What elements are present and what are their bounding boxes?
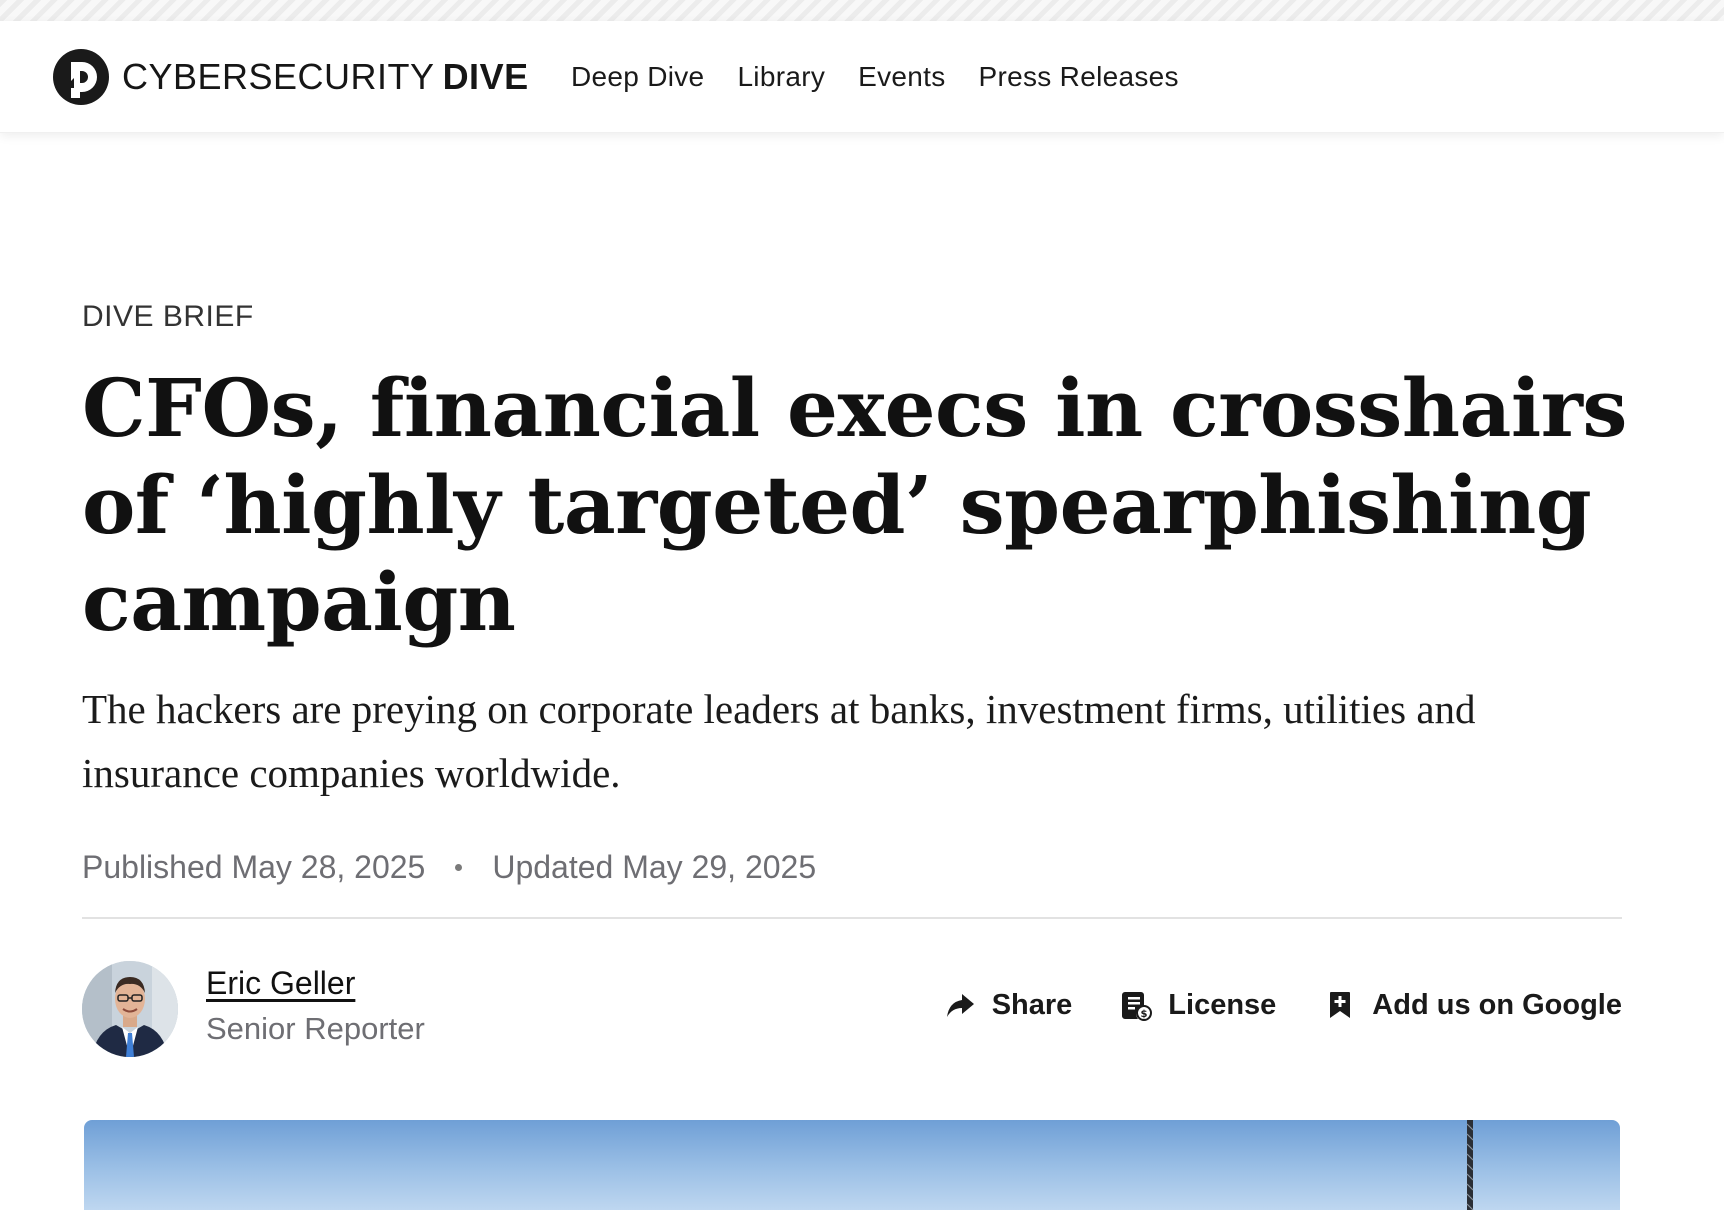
share-button[interactable]: Share xyxy=(944,988,1073,1022)
date-separator-dot xyxy=(455,864,463,871)
byline: Eric Geller Senior Reporter Share $ Lice… xyxy=(82,961,1622,1057)
main-nav: Deep Dive Library Events Press Releases xyxy=(571,57,1212,97)
article-actions: Share $ License Add us on Google xyxy=(896,983,1622,1027)
bookmark-plus-icon xyxy=(1330,992,1351,1018)
hero-cable-graphic xyxy=(1466,1120,1474,1210)
author-name-link[interactable]: Eric Geller xyxy=(206,965,355,1002)
article-dek: The hackers are preying on corporate lea… xyxy=(82,686,1476,796)
author-title: Senior Reporter xyxy=(206,1011,425,1046)
article-kicker: DIVE BRIEF xyxy=(82,300,254,333)
published-date: Published May 28, 2025 xyxy=(82,849,426,885)
author-avatar[interactable] xyxy=(82,961,178,1057)
nav-link-press-releases[interactable]: Press Releases xyxy=(979,61,1179,93)
hero-image xyxy=(84,1120,1620,1210)
license-document-icon: $ xyxy=(1122,992,1153,1021)
byline-divider xyxy=(82,917,1622,919)
article-dates: Published May 28, 2025 Updated May 29, 2… xyxy=(82,849,1622,886)
license-label: License xyxy=(1168,988,1277,1021)
brand-name-bold: DIVE xyxy=(442,56,529,97)
top-decorative-stripe xyxy=(0,0,1724,21)
updated-date: Updated May 29, 2025 xyxy=(492,849,817,885)
share-arrow-icon xyxy=(946,994,974,1017)
add-us-on-google-label: Add us on Google xyxy=(1372,988,1622,1021)
add-us-on-google-button[interactable]: Add us on Google xyxy=(1324,989,1622,1022)
nav-link-deep-dive[interactable]: Deep Dive xyxy=(571,61,704,93)
license-button[interactable]: $ License xyxy=(1120,989,1276,1022)
article-header: DIVE BRIEF CFOs, financial execs in cros… xyxy=(82,300,1627,886)
site-header: CYBERSECURITY DIVE Deep Dive Library Even… xyxy=(0,21,1724,133)
brand-name: CYBERSECURITY DIVE xyxy=(122,56,529,98)
dive-logo-icon xyxy=(53,49,109,105)
brand-name-light: CYBERSECURITY xyxy=(122,56,435,97)
nav-link-events[interactable]: Events xyxy=(858,61,945,93)
nav-link-library[interactable]: Library xyxy=(737,61,825,93)
article-headline: CFOs, financial execs in crosshairs of ‘… xyxy=(82,361,1627,649)
share-label: Share xyxy=(991,988,1073,1021)
author-photo xyxy=(82,961,178,1057)
svg-text:$: $ xyxy=(1141,1009,1148,1020)
site-logo-link[interactable]: CYBERSECURITY DIVE xyxy=(52,48,529,106)
